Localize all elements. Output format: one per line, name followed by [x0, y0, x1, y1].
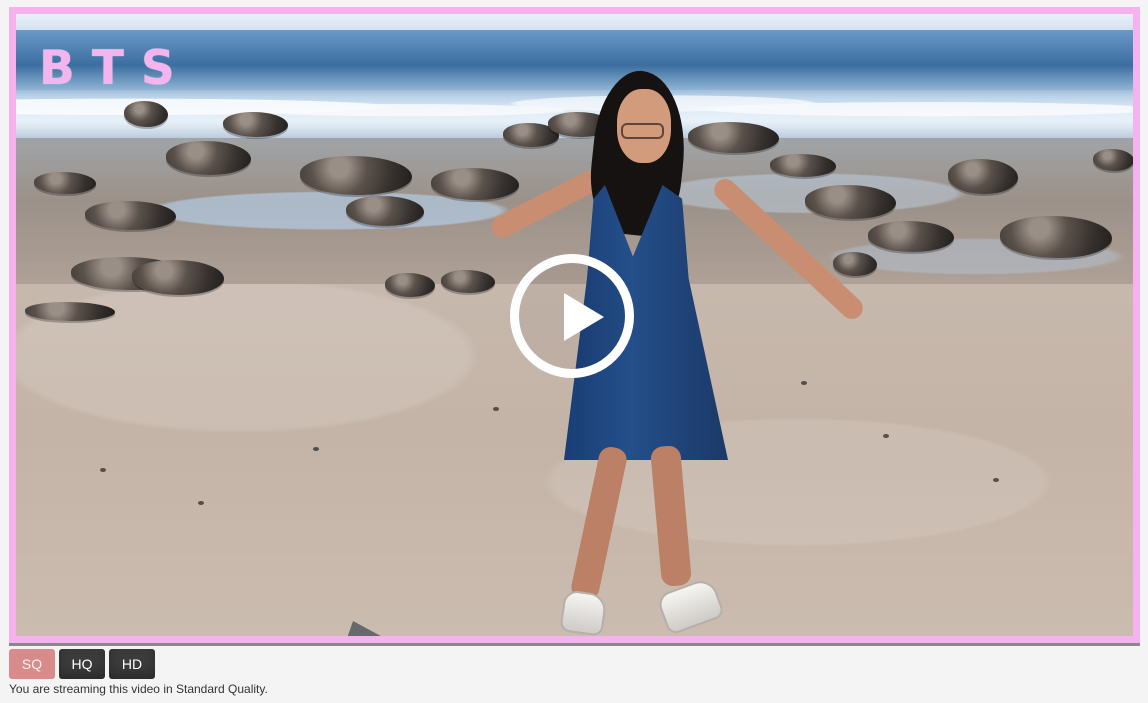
play-button[interactable] — [510, 254, 634, 378]
right-leg — [649, 444, 693, 588]
video-thumbnail[interactable]: BTS — [16, 14, 1133, 636]
quality-button-hq[interactable]: HQ — [59, 649, 105, 679]
quality-button-sq[interactable]: SQ — [9, 649, 55, 679]
rock — [25, 302, 115, 321]
glasses — [621, 123, 664, 139]
video-overlay-title: BTS — [39, 41, 192, 96]
rock — [948, 159, 1018, 194]
streaming-quality-status: You are streaming this video in Standard… — [9, 682, 268, 696]
rock — [385, 273, 435, 297]
play-icon — [564, 293, 604, 341]
video-page: BTS SQ HQ HD You are streaming this vide… — [0, 0, 1148, 703]
rock — [166, 141, 251, 175]
pebble — [198, 501, 204, 505]
player-divider — [9, 643, 1140, 646]
rock — [132, 260, 224, 295]
rock — [1093, 149, 1133, 171]
rock — [346, 196, 424, 226]
video-player-frame: BTS — [9, 7, 1140, 643]
right-sneaker — [655, 576, 726, 636]
rock — [34, 172, 96, 194]
right-arm — [709, 174, 868, 324]
quality-button-hd[interactable]: HD — [109, 649, 155, 679]
pebble — [313, 447, 319, 451]
left-sneaker — [559, 589, 608, 636]
rock — [1000, 216, 1112, 258]
rock — [223, 112, 288, 137]
rock — [300, 156, 412, 195]
pebble — [100, 468, 106, 472]
left-arm — [487, 166, 606, 242]
rock — [124, 101, 168, 127]
rock — [85, 201, 176, 230]
pebble — [993, 478, 999, 482]
quality-selector: SQ HQ HD — [9, 649, 155, 679]
left-leg — [569, 444, 629, 603]
